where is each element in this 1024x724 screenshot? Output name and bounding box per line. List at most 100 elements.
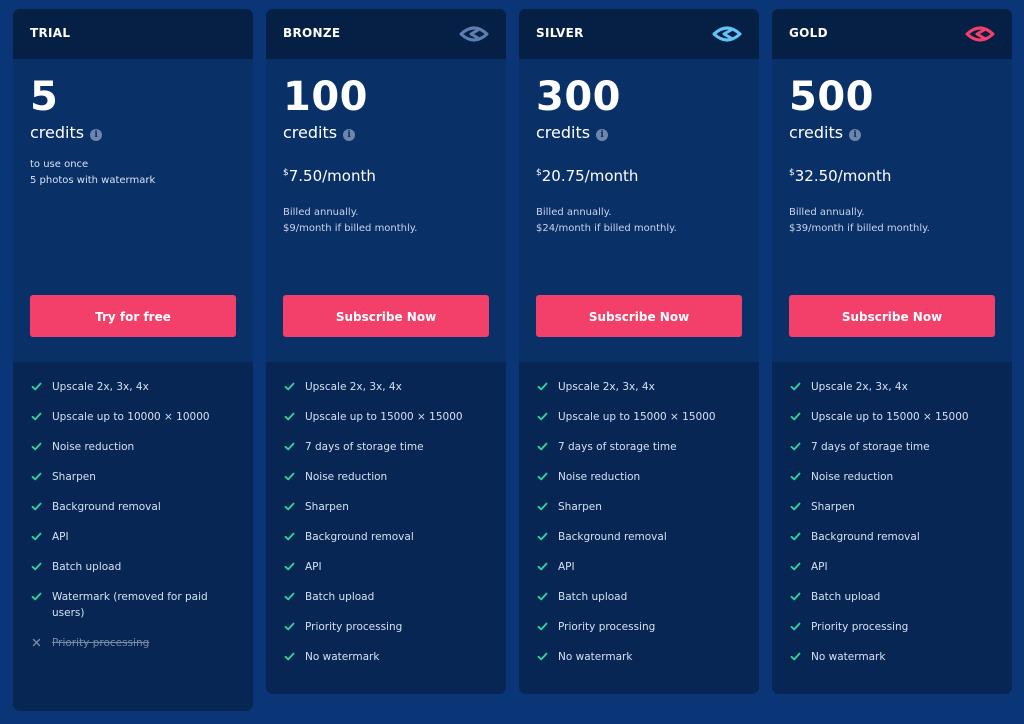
feature-text: Upscale up to 10000 × 10000 <box>52 411 210 423</box>
plan-name: SILVER <box>536 26 584 40</box>
check-icon <box>790 441 801 452</box>
feature-text: No watermark <box>811 651 886 663</box>
feature-text: Upscale up to 15000 × 15000 <box>811 411 969 423</box>
plan-name: TRIAL <box>30 26 71 40</box>
plan-summary: 300 credits i $20.75/month Billed annually. $… <box>519 59 759 362</box>
feature-text: API <box>558 561 575 573</box>
feature-text: No watermark <box>558 651 633 663</box>
eye-logo-icon <box>964 21 996 47</box>
feature-item: Background removal <box>772 529 1012 545</box>
feature-item: Upscale up to 15000 × 15000 <box>266 409 506 425</box>
billing-line: $39/month if billed monthly. <box>789 223 930 234</box>
feature-item: Noise reduction <box>519 469 759 485</box>
try-for-free-button[interactable]: Try for free <box>30 295 236 337</box>
feature-item: Upscale up to 15000 × 15000 <box>772 409 1012 425</box>
feature-text: 7 days of storage time <box>558 441 677 453</box>
info-icon[interactable]: i <box>90 129 103 141</box>
credits-label-row: credits i <box>536 123 609 142</box>
info-icon[interactable]: i <box>849 129 862 141</box>
check-icon <box>790 531 801 542</box>
cross-icon <box>31 637 42 648</box>
feature-list: Upscale 2x, 3x, 4x Upscale up to 15000 × … <box>519 362 759 665</box>
feature-item: No watermark <box>772 649 1012 665</box>
feature-text: Upscale up to 15000 × 15000 <box>305 411 463 423</box>
check-icon <box>284 561 295 572</box>
check-icon <box>537 591 548 602</box>
price-amount: 7.50/month <box>288 167 376 185</box>
credits-label: credits <box>283 123 338 142</box>
feature-text: Priority processing <box>305 621 403 633</box>
trial-note-line: to use once <box>30 159 89 170</box>
check-icon <box>31 501 42 512</box>
feature-item: Priority processing <box>772 619 1012 635</box>
billing-note: Billed annually. $24/month if billed mont… <box>536 205 677 237</box>
credits-label: credits <box>536 123 591 142</box>
feature-text: Noise reduction <box>52 441 135 453</box>
feature-text: Upscale 2x, 3x, 4x <box>811 381 908 393</box>
feature-text: Noise reduction <box>811 471 894 483</box>
plan-gold-card: GOLD 500 credits i $32.50/month Billed annual… <box>772 9 1012 694</box>
check-icon <box>790 651 801 662</box>
feature-item: Sharpen <box>266 499 506 515</box>
info-icon[interactable]: i <box>343 129 356 141</box>
feature-item: Background removal <box>266 529 506 545</box>
feature-item: 7 days of storage time <box>772 439 1012 455</box>
check-icon <box>790 381 801 392</box>
check-icon <box>790 411 801 422</box>
billing-line: Billed annually. <box>536 207 612 218</box>
feature-item: Noise reduction <box>772 469 1012 485</box>
check-icon <box>284 531 295 542</box>
price-amount: 20.75/month <box>541 167 639 185</box>
info-icon[interactable]: i <box>596 129 609 141</box>
feature-item: No watermark <box>266 649 506 665</box>
feature-item: Batch upload <box>266 589 506 605</box>
credits-label: credits <box>30 123 85 142</box>
price-amount: 32.50/month <box>794 167 892 185</box>
check-icon <box>537 471 548 482</box>
check-icon <box>284 651 295 662</box>
check-icon <box>537 651 548 662</box>
feature-text: 7 days of storage time <box>305 441 424 453</box>
billing-line: $9/month if billed monthly. <box>283 223 418 234</box>
check-icon <box>284 621 295 632</box>
plan-silver-card: SILVER 300 credits i $20.75/month Billed annu… <box>519 9 759 694</box>
feature-text: Priority processing <box>52 637 150 649</box>
credits-count: 100 <box>283 74 368 120</box>
feature-text: Batch upload <box>811 591 881 603</box>
credits-count: 5 <box>30 74 59 120</box>
feature-text: Sharpen <box>305 501 349 513</box>
plan-price: $7.50/month <box>283 169 376 184</box>
feature-item: Upscale up to 15000 × 15000 <box>519 409 759 425</box>
feature-item: Batch upload <box>13 559 253 575</box>
check-icon <box>537 501 548 512</box>
feature-text: Background removal <box>811 531 920 543</box>
plan-price: $20.75/month <box>536 169 638 184</box>
feature-text: 7 days of storage time <box>811 441 930 453</box>
plan-summary: 500 credits i $32.50/month Billed annually. $… <box>772 59 1012 362</box>
check-icon <box>790 471 801 482</box>
feature-item: Batch upload <box>519 589 759 605</box>
feature-text: Watermark (removed for paid users) <box>52 591 208 619</box>
plan-header: TRIAL <box>13 9 253 59</box>
check-icon <box>31 471 42 482</box>
trial-note: to use once 5 photos with watermark <box>30 157 155 189</box>
feature-list: Upscale 2x, 3x, 4x Upscale up to 15000 × … <box>266 362 506 665</box>
check-icon <box>537 561 548 572</box>
subscribe-now-button[interactable]: Subscribe Now <box>536 295 742 337</box>
plan-header: GOLD <box>772 9 1012 59</box>
credits-count: 300 <box>536 74 621 120</box>
feature-text: Priority processing <box>811 621 909 633</box>
feature-text: Upscale up to 15000 × 15000 <box>558 411 716 423</box>
billing-line: Billed annually. <box>283 207 359 218</box>
feature-text: Noise reduction <box>558 471 641 483</box>
plan-price: $32.50/month <box>789 169 891 184</box>
feature-text: Batch upload <box>52 561 122 573</box>
check-icon <box>537 381 548 392</box>
feature-item: Background removal <box>13 499 253 515</box>
subscribe-now-button[interactable]: Subscribe Now <box>283 295 489 337</box>
feature-item: Sharpen <box>519 499 759 515</box>
check-icon <box>284 411 295 422</box>
plan-summary: 100 credits i $7.50/month Billed annually. $9… <box>266 59 506 362</box>
plan-bronze-card: BRONZE 100 credits i $7.50/month Billed annua… <box>266 9 506 694</box>
subscribe-now-button[interactable]: Subscribe Now <box>789 295 995 337</box>
